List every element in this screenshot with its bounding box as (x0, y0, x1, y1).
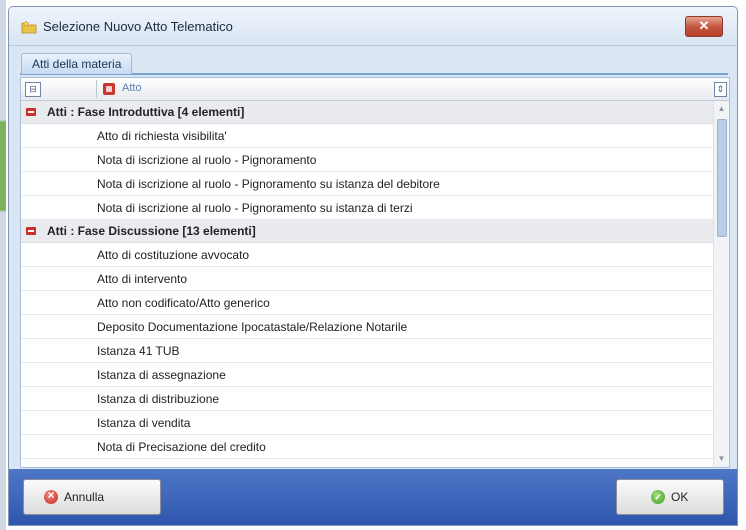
item-label: Nota di iscrizione al ruolo - Pignoramen… (97, 201, 413, 215)
scrollbar-thumb[interactable] (717, 119, 727, 237)
rows-container: Atti : Fase Introduttiva [4 elementi] At… (21, 101, 713, 459)
list-item[interactable]: Nota di iscrizione al ruolo - Pignoramen… (21, 172, 713, 196)
item-label: Istanza di distribuzione (97, 392, 220, 406)
group-row-fase-discussione[interactable]: Atti : Fase Discussione [13 elementi] (21, 220, 713, 243)
collapse-minus-icon[interactable] (26, 108, 36, 116)
item-label: Istanza di vendita (97, 416, 191, 430)
list-item[interactable]: Atto di intervento (21, 267, 713, 291)
list-item[interactable]: Istanza di vendita (21, 411, 713, 435)
list-item[interactable]: Atto di costituzione avvocato (21, 243, 713, 267)
list-item[interactable]: Atto di richiesta visibilita' (21, 124, 713, 148)
item-label: Istanza 41 TUB (97, 344, 180, 358)
group-label: Atti : Fase Discussione [13 elementi] (47, 224, 256, 238)
item-label: Atto di costituzione avvocato (97, 248, 250, 262)
cancel-label: Annulla (64, 490, 105, 504)
item-label: Nota di iscrizione al ruolo - Pignoramen… (97, 177, 440, 191)
ok-button[interactable]: OK (616, 479, 724, 515)
ok-check-icon (651, 490, 665, 504)
group-label: Atti : Fase Introduttiva [4 elementi] (47, 105, 245, 119)
close-button[interactable]: ✕ (685, 16, 723, 37)
cancel-x-icon (44, 488, 58, 504)
background-window-edge (0, 0, 6, 530)
tab-atti-della-materia[interactable]: Atti della materia (21, 53, 133, 74)
list-item[interactable]: Nota di iscrizione al ruolo - Pignoramen… (21, 196, 713, 220)
item-label: Deposito Documentazione Ipocatastale/Rel… (97, 320, 408, 334)
list-item[interactable]: Istanza di distribuzione (21, 387, 713, 411)
expand-all-icon[interactable]: ⊟ (25, 82, 41, 97)
dialog-window: Selezione Nuovo Atto Telematico ✕ Atti d… (8, 6, 738, 526)
column-chooser-icon[interactable]: ⇕ (714, 82, 727, 97)
list-item[interactable]: Istanza di assegnazione (21, 363, 713, 387)
column-header-atto[interactable]: Atto (122, 82, 142, 94)
footer-bar: Annulla OK (9, 469, 737, 525)
close-icon: ✕ (698, 18, 710, 33)
ok-label: OK (671, 490, 689, 504)
column-header: ⊟ Atto ⇕ (21, 78, 729, 101)
list-item[interactable]: Nota di iscrizione al ruolo - Pignoramen… (21, 148, 713, 172)
scroll-up-arrow-icon[interactable]: ▲ (716, 103, 727, 115)
list-item[interactable]: Atto non codificato/Atto generico (21, 291, 713, 315)
group-row-fase-introduttiva[interactable]: Atti : Fase Introduttiva [4 elementi] (21, 101, 713, 124)
list-item[interactable]: Deposito Documentazione Ipocatastale/Rel… (21, 315, 713, 339)
tab-strip: Atti della materia (20, 49, 728, 75)
document-red-icon (103, 83, 115, 95)
item-label: Nota di Precisazione del credito (97, 440, 266, 454)
column-separator (96, 80, 97, 98)
title-bar: Selezione Nuovo Atto Telematico ✕ (9, 7, 737, 46)
item-label: Atto di intervento (97, 272, 188, 286)
list-item[interactable]: Istanza 41 TUB (21, 339, 713, 363)
scroll-down-arrow-icon[interactable]: ▼ (716, 453, 727, 465)
cancel-button[interactable]: Annulla (23, 479, 161, 515)
folder-star-icon (21, 20, 37, 34)
item-label: Atto non codificato/Atto generico (97, 296, 270, 310)
item-label: Atto di richiesta visibilita' (97, 129, 227, 143)
atti-grid: ⊟ Atto ⇕ Atti : Fase Introduttiva [4 ele… (20, 77, 730, 468)
item-label: Istanza di assegnazione (97, 368, 226, 382)
collapse-minus-icon[interactable] (26, 227, 36, 235)
item-label: Nota di iscrizione al ruolo - Pignoramen… (97, 153, 317, 167)
vertical-scrollbar[interactable]: ▲ ▼ (713, 101, 729, 467)
window-title: Selezione Nuovo Atto Telematico (43, 19, 233, 34)
list-item[interactable]: Nota di Precisazione del credito (21, 435, 713, 459)
